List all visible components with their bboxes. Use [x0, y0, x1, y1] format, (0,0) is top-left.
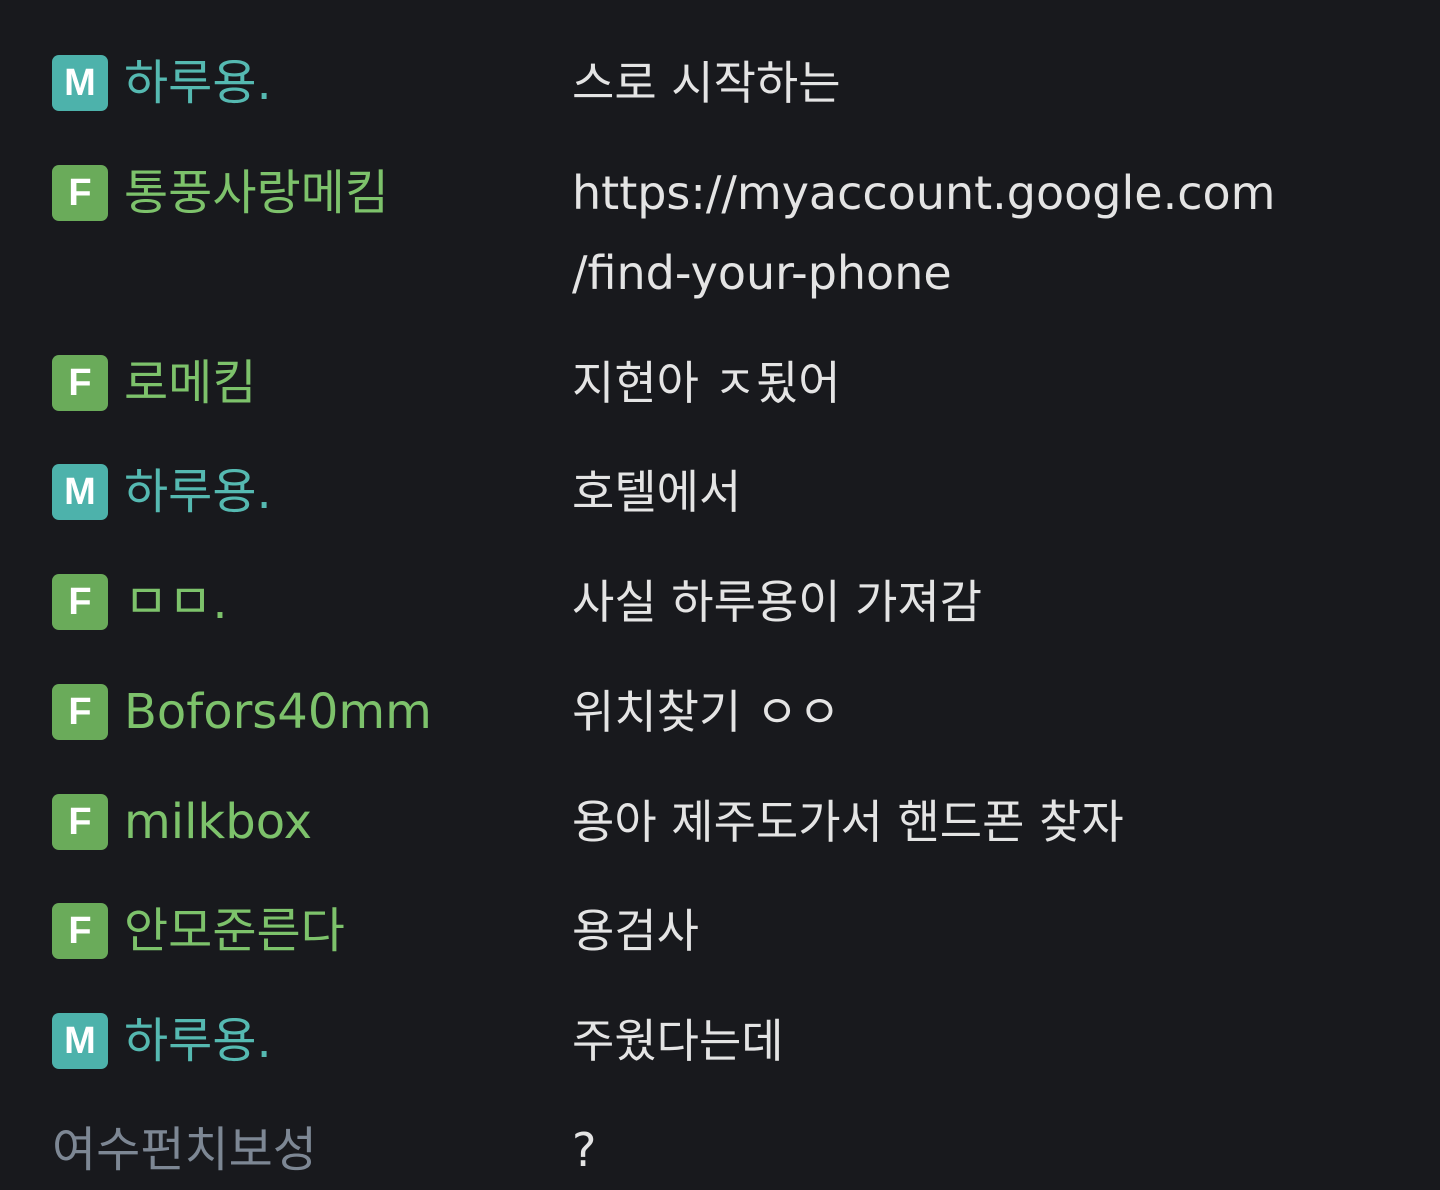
fan-badge: F	[52, 574, 108, 630]
nickname[interactable]: milkbox	[124, 794, 312, 850]
message-text: https://myaccount.google.com /find-your-…	[572, 166, 1276, 300]
nickname[interactable]: 안모준른다	[124, 903, 345, 959]
member-badge: M	[52, 1013, 108, 1069]
message-text: 용아 제주도가서 핸드폰 찾자	[572, 795, 1124, 849]
nickname[interactable]: 하루용.	[124, 1013, 272, 1069]
nickname[interactable]: 하루용.	[124, 55, 272, 111]
fan-badge: F	[52, 794, 108, 850]
message-text: 주웠다는데	[572, 1014, 784, 1068]
member-badge: M	[52, 55, 108, 111]
message-text: 위치찾기 ㅇㅇ	[572, 685, 841, 739]
message-text: 호텔에서	[572, 465, 742, 519]
nickname[interactable]: ㅁㅁ.	[124, 574, 228, 630]
nickname[interactable]: 하루용.	[124, 464, 272, 520]
message-text: 지현아 ㅈ됬어	[572, 356, 841, 410]
chat-message-list: M 하루용. 스로 시작하는 F 통풍사랑메킴 https://myaccoun…	[0, 0, 1440, 1178]
nickname[interactable]: Bofors40mm	[124, 684, 432, 740]
message-text: 용검사	[572, 904, 699, 958]
message-text: ?	[572, 1123, 597, 1177]
member-badge: M	[52, 464, 108, 520]
fan-badge: F	[52, 165, 108, 221]
nickname[interactable]: 여수펀치보성	[52, 1122, 317, 1178]
message-text: 스로 시작하는	[572, 56, 841, 110]
fan-badge: F	[52, 903, 108, 959]
nickname[interactable]: 통풍사랑메킴	[124, 165, 389, 221]
fan-badge: F	[52, 684, 108, 740]
message-text: 사실 하루용이 가져감	[572, 575, 983, 629]
nickname[interactable]: 로메킴	[124, 355, 256, 411]
fan-badge: F	[52, 355, 108, 411]
